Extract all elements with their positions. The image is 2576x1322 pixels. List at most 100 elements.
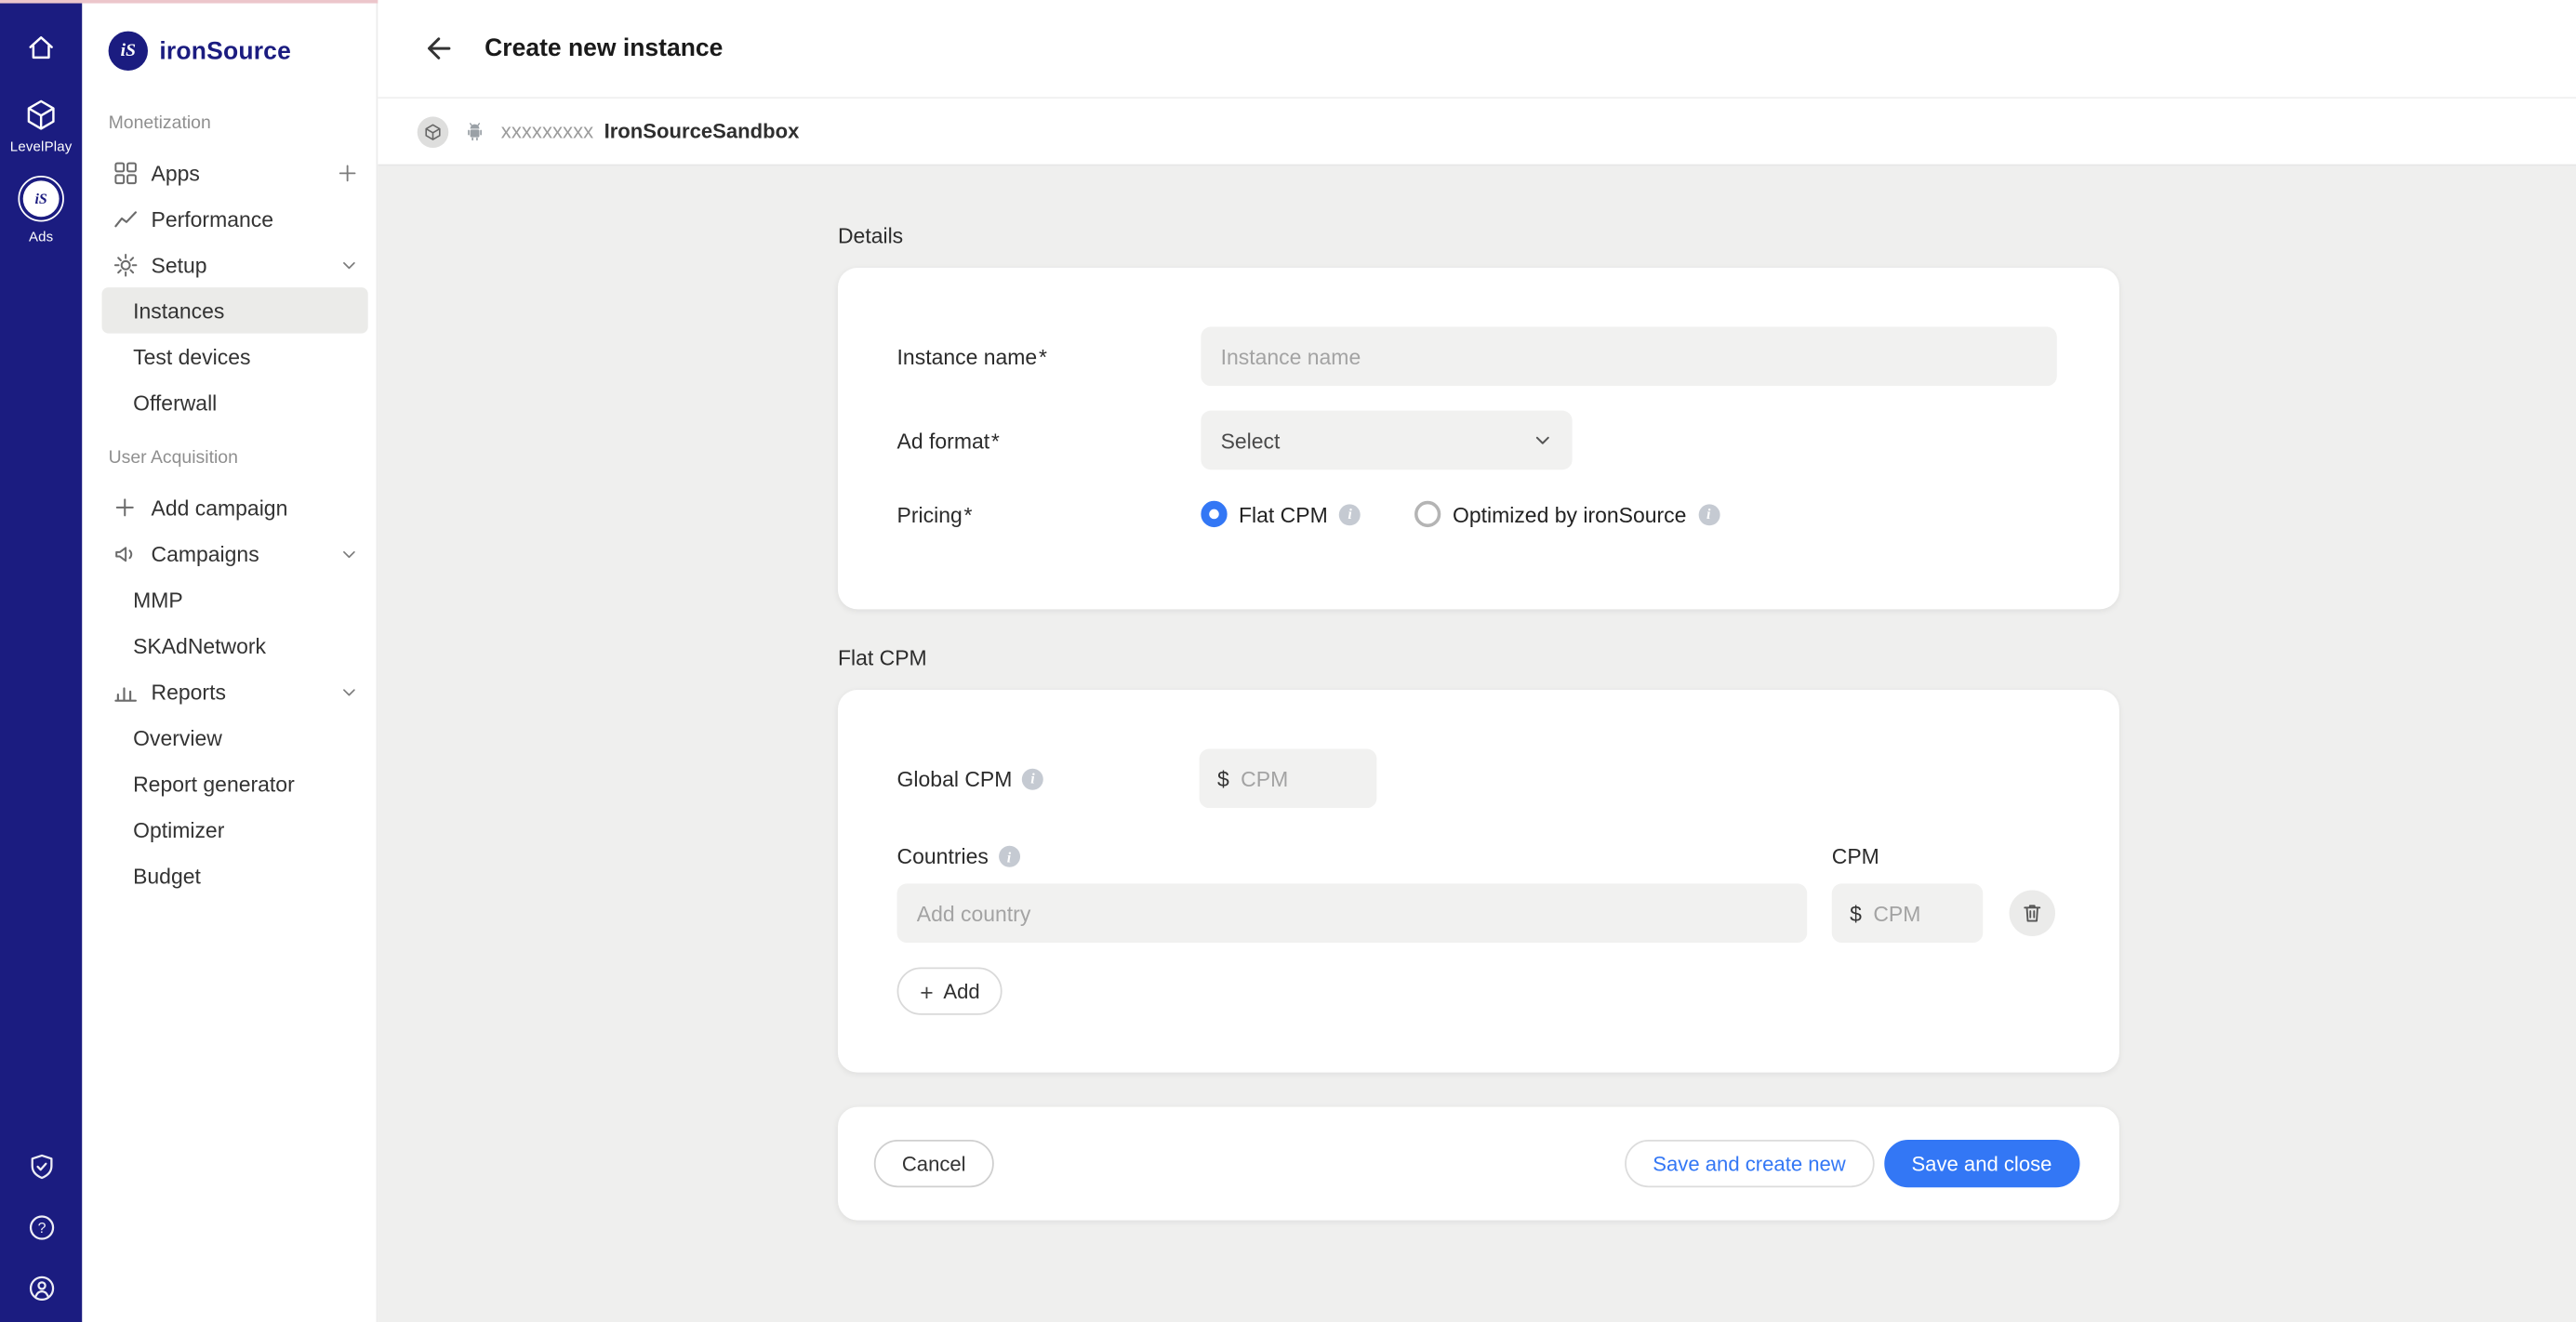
top-accent-line xyxy=(0,0,378,4)
instance-name-input[interactable] xyxy=(1201,327,2056,387)
delete-country-button[interactable] xyxy=(2010,890,2055,935)
sidebar-item-budget[interactable]: Budget xyxy=(102,853,368,898)
rail-ads-label: Ads xyxy=(29,229,53,245)
cancel-button[interactable]: Cancel xyxy=(874,1140,994,1187)
sidebar-item-label: Apps xyxy=(152,160,200,184)
form-actions-card: Cancel Save and create new Save and clos… xyxy=(838,1107,2119,1221)
instance-name-row: Instance name* xyxy=(897,327,2061,387)
rail-home[interactable] xyxy=(26,33,56,62)
ironsource-logo-icon: iS xyxy=(109,32,148,71)
sidebar-item-add-campaign[interactable]: Add campaign xyxy=(102,484,368,530)
sidebar-item-optimizer[interactable]: Optimizer xyxy=(102,806,368,852)
plus-icon xyxy=(112,495,138,521)
chevron-down-icon xyxy=(1533,430,1552,450)
sidebar-item-campaigns[interactable]: Campaigns xyxy=(102,531,368,576)
add-app-icon[interactable] xyxy=(337,162,358,183)
rail-bottom-group: ? xyxy=(27,1153,55,1322)
countries-header-row: Countries i CPM xyxy=(897,844,2061,868)
rail-levelplay[interactable]: LevelPlay xyxy=(10,99,73,154)
radio-selected-icon xyxy=(1201,501,1227,527)
android-icon xyxy=(463,120,486,143)
global-cpm-input[interactable] xyxy=(1241,766,1359,790)
ad-format-label: Ad format* xyxy=(897,428,1202,452)
country-cpm-row: $ xyxy=(897,883,2061,943)
sidebar-item-label: Report generator xyxy=(133,771,295,795)
bar-chart-icon xyxy=(112,679,138,705)
sidebar-item-label: Setup xyxy=(152,252,207,276)
rail-help[interactable]: ? xyxy=(27,1214,55,1242)
levelplay-icon xyxy=(24,99,57,131)
chevron-down-icon xyxy=(340,545,358,562)
add-country-button[interactable]: + Add xyxy=(897,968,1003,1015)
info-icon[interactable]: i xyxy=(998,846,1019,867)
back-button[interactable] xyxy=(418,29,457,68)
sidebar-item-label: Test devices xyxy=(133,344,250,368)
flat-cpm-card: Global CPM i $ Countries i CPM xyxy=(838,690,2119,1073)
pricing-optimized-radio[interactable]: Optimized by ironSource i xyxy=(1414,501,1719,527)
rail-privacy[interactable] xyxy=(27,1153,55,1181)
app-code: xxxxxxxxx xyxy=(501,120,593,143)
sidebar-item-offerwall[interactable]: Offerwall xyxy=(102,379,368,425)
sidebar-item-label: Offerwall xyxy=(133,390,217,415)
details-card: Instance name* Ad format* Select Pricing… xyxy=(838,268,2119,609)
add-country-button-label: Add xyxy=(943,980,979,1003)
sidebar-item-test-devices[interactable]: Test devices xyxy=(102,334,368,379)
pricing-flat-cpm-radio[interactable]: Flat CPM i xyxy=(1201,501,1361,527)
flat-cpm-section-label: Flat CPM xyxy=(838,645,2576,669)
help-icon: ? xyxy=(27,1214,55,1242)
sidebar-item-label: Instances xyxy=(133,298,224,323)
account-icon xyxy=(27,1275,55,1302)
sidebar-item-report-generator[interactable]: Report generator xyxy=(102,760,368,806)
save-and-close-button[interactable]: Save and close xyxy=(1883,1140,2079,1187)
ironsource-logo-text: ironSource xyxy=(159,37,291,65)
countries-label: Countries i xyxy=(897,844,1832,868)
ad-format-select[interactable]: Select xyxy=(1201,411,1572,470)
sidebar-item-overview[interactable]: Overview xyxy=(102,714,368,760)
sidebar-item-skadnetwork[interactable]: SKAdNetwork xyxy=(102,623,368,668)
info-icon[interactable]: i xyxy=(1339,503,1361,524)
sidebar-item-reports[interactable]: Reports xyxy=(102,668,368,714)
currency-symbol: $ xyxy=(1850,901,1862,925)
sidebar-item-label: Budget xyxy=(133,863,201,887)
ironsource-logo[interactable]: iS ironSource xyxy=(82,32,376,71)
form-content: Details Instance name* Ad format* Select xyxy=(378,165,2576,1322)
sidebar-item-setup[interactable]: Setup xyxy=(102,242,368,287)
sidebar-item-label: MMP xyxy=(133,588,183,612)
details-section-label: Details xyxy=(838,223,2576,247)
sidebar-item-mmp[interactable]: MMP xyxy=(102,576,368,622)
performance-chart-icon xyxy=(112,205,138,231)
app-context-bar: xxxxxxxxx IronSourceSandbox xyxy=(378,99,2576,165)
instance-name-label: Instance name* xyxy=(897,344,1202,368)
radio-unselected-icon xyxy=(1414,501,1441,527)
country-cpm-input[interactable] xyxy=(1873,901,1965,925)
gear-icon xyxy=(112,251,138,277)
chevron-down-icon xyxy=(340,256,358,273)
sidebar-item-label: SKAdNetwork xyxy=(133,633,266,657)
info-icon[interactable]: i xyxy=(1022,768,1043,789)
global-cpm-input-wrap: $ xyxy=(1200,749,1377,809)
home-icon xyxy=(26,33,56,62)
currency-symbol: $ xyxy=(1217,766,1229,790)
sidebar-item-label: Optimizer xyxy=(133,817,224,841)
save-and-create-new-button[interactable]: Save and create new xyxy=(1625,1140,1874,1187)
svg-text:?: ? xyxy=(37,1221,46,1236)
sidebar-item-apps[interactable]: Apps xyxy=(102,150,368,195)
sidebar-item-performance[interactable]: Performance xyxy=(102,195,368,241)
info-icon[interactable]: i xyxy=(1698,503,1720,524)
add-country-input[interactable] xyxy=(897,883,1808,943)
pricing-optimized-text: Optimized by ironSource xyxy=(1453,502,1686,526)
sidebar-item-instances[interactable]: Instances xyxy=(102,287,368,333)
sidebar-item-label: Add campaign xyxy=(152,496,288,520)
shield-icon xyxy=(27,1153,55,1181)
plus-icon: + xyxy=(920,980,933,1003)
rail-ads-active[interactable]: iS Ads xyxy=(23,180,60,245)
sidebar: iS ironSource Monetization Apps Per xyxy=(82,0,378,1322)
megaphone-icon xyxy=(112,540,138,566)
sidebar-item-label: Campaigns xyxy=(152,541,259,565)
main-area: Create new instance xx xyxy=(378,0,2576,1322)
cpm-column-header: CPM xyxy=(1832,844,1879,868)
sidebar-item-label: Performance xyxy=(152,206,273,231)
rail-levelplay-label: LevelPlay xyxy=(10,138,73,154)
rail-account[interactable] xyxy=(27,1275,55,1302)
ad-format-select-value: Select xyxy=(1221,428,1281,452)
